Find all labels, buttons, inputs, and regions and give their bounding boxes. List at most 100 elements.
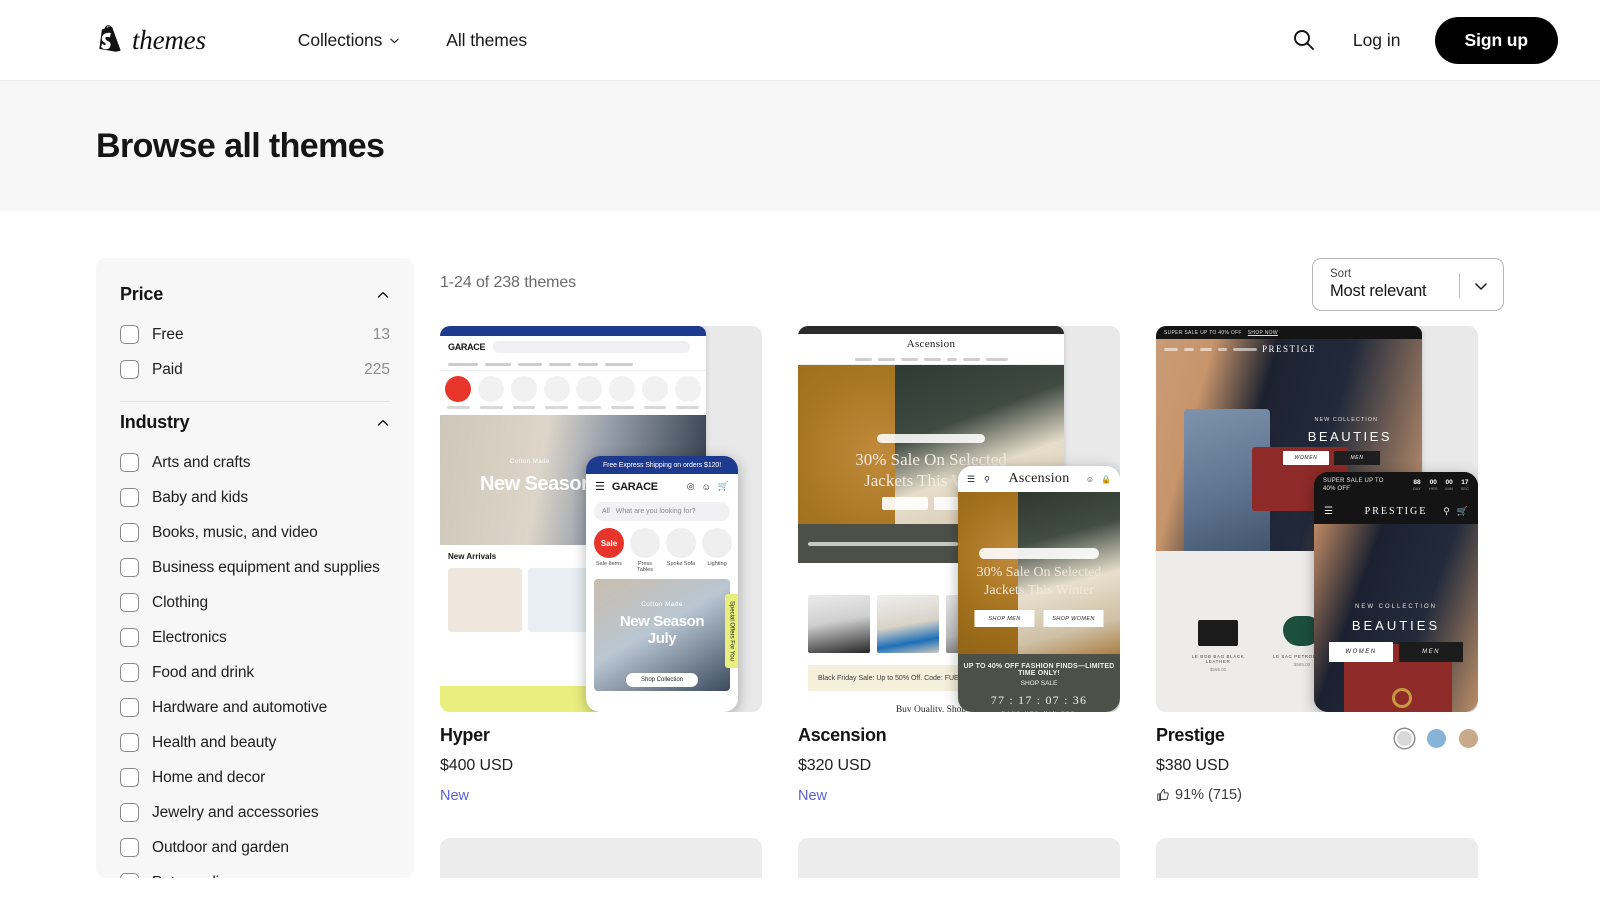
checkbox-clothing[interactable] <box>120 593 139 612</box>
checkbox-books-music-and-video[interactable] <box>120 523 139 542</box>
preview-countdown-hrs-label: HRS <box>1429 486 1437 491</box>
checkbox-outdoor-and-garden[interactable] <box>120 838 139 857</box>
chevron-up-icon <box>376 288 390 302</box>
filter-option-paid[interactable]: Paid 225 <box>120 352 390 387</box>
preview-cat-0: Sale Items <box>594 561 624 567</box>
preview-mobile-title-2: July <box>648 630 676 647</box>
preview-countdown-hrs: 00 <box>1429 479 1437 486</box>
filter-option-electronics[interactable]: Electronics <box>120 620 390 655</box>
theme-preview-next-1[interactable] <box>440 838 762 878</box>
swatch-1[interactable] <box>1427 729 1446 748</box>
filter-label-pet-supplies: Pet supplies <box>152 874 235 879</box>
checkbox-baby-and-kids[interactable] <box>120 488 139 507</box>
filter-option-baby-and-kids[interactable]: Baby and kids <box>120 480 390 515</box>
filter-label-health-and-beauty: Health and beauty <box>152 734 276 752</box>
sort-select[interactable]: Sort Most relevant <box>1312 258 1504 311</box>
search-button[interactable] <box>1289 25 1319 55</box>
preview-countdown-sec-label: SEC <box>1461 486 1469 491</box>
filter-option-business-equipment-and-supplies[interactable]: Business equipment and supplies <box>120 550 390 585</box>
theme-price: $380 USD <box>1156 757 1478 775</box>
theme-card-prestige[interactable]: SUPER SALE UP TO 40% OFF SHOP NOW PRESTI… <box>1156 326 1478 804</box>
filter-label-outdoor-and-garden: Outdoor and garden <box>152 839 289 857</box>
theme-name: Hyper <box>440 725 762 746</box>
theme-badge-new: New <box>440 788 762 804</box>
theme-preview-hyper[interactable]: GARACE <box>440 326 762 712</box>
chevron-up-icon <box>376 416 390 430</box>
preview-strip-text: UP TO 40% OFF FASHION FINDS—LIMITED TIME… <box>958 663 1120 677</box>
filter-option-pet-supplies[interactable]: Pet supplies <box>120 865 390 878</box>
checkbox-arts-and-crafts[interactable] <box>120 453 139 472</box>
preview-hero-title: New Season <box>480 473 593 496</box>
brand-logo[interactable]: themes <box>96 25 206 56</box>
theme-badge-new: New <box>798 788 1120 804</box>
theme-preview-next-3[interactable] <box>1156 838 1478 878</box>
checkbox-hardware-and-automotive[interactable] <box>120 698 139 717</box>
checkbox-food-and-drink[interactable] <box>120 663 139 682</box>
facet-header-price[interactable]: Price <box>120 280 390 317</box>
nav-item-all-themes-label: All themes <box>446 30 527 51</box>
checkbox-pet-supplies[interactable] <box>120 873 139 878</box>
shopify-bag-icon <box>96 25 122 55</box>
nav-item-all-themes[interactable]: All themes <box>446 30 527 51</box>
theme-card-hyper[interactable]: GARACE <box>440 326 762 804</box>
filter-label-baby-and-kids: Baby and kids <box>152 489 248 507</box>
filter-option-outdoor-and-garden[interactable]: Outdoor and garden <box>120 830 390 865</box>
filter-option-clothing[interactable]: Clothing <box>120 585 390 620</box>
preview-store-name: PRESTIGE <box>1262 344 1316 354</box>
theme-grid-next-row <box>440 838 1504 878</box>
site-header: themes Collections All themes Log in Sig… <box>0 0 1600 80</box>
theme-card-ascension[interactable]: Ascension 30% Sale On Selected Jackets T… <box>798 326 1120 804</box>
results-count: 1-24 of 238 themes <box>440 274 576 292</box>
login-link[interactable]: Log in <box>1353 30 1401 51</box>
filter-option-home-and-decor[interactable]: Home and decor <box>120 760 390 795</box>
signup-button[interactable]: Sign up <box>1435 17 1558 64</box>
filter-option-hardware-and-automotive[interactable]: Hardware and automotive <box>120 690 390 725</box>
nav-item-collections[interactable]: Collections <box>298 30 401 51</box>
checkbox-business-equipment-and-supplies[interactable] <box>120 558 139 577</box>
checkbox-jewelry-and-accessories[interactable] <box>120 803 139 822</box>
checkbox-paid[interactable] <box>120 360 139 379</box>
theme-price: $320 USD <box>798 757 1120 775</box>
preview-countdown: 77 : 17 : 07 : 36 <box>958 693 1120 708</box>
preview-button-shop-men: SHOP MEN <box>975 610 1035 627</box>
theme-preview-ascension[interactable]: Ascension 30% Sale On Selected Jackets T… <box>798 326 1120 712</box>
sort-value: Most relevant <box>1330 281 1426 301</box>
page-title-band: Browse all themes <box>0 80 1600 211</box>
mobile-mockup: Free Express Shipping on orders $120! ☰ … <box>586 456 738 712</box>
filter-label-arts-and-crafts: Arts and crafts <box>152 454 250 472</box>
checkbox-health-and-beauty[interactable] <box>120 733 139 752</box>
preview-mobile-store-name: GARACE <box>612 481 658 493</box>
mobile-mockup: ☰ ⚲ Ascension ☺ 🔒 30% Sale On Select <box>958 466 1120 712</box>
checkbox-free[interactable] <box>120 325 139 344</box>
theme-preview-prestige[interactable]: SUPER SALE UP TO 40% OFF SHOP NOW PRESTI… <box>1156 326 1478 712</box>
filter-label-business-equipment-and-supplies: Business equipment and supplies <box>152 559 380 577</box>
brand-name: themes <box>132 25 206 56</box>
filter-option-health-and-beauty[interactable]: Health and beauty <box>120 725 390 760</box>
preview-mobile-button-men: MEN <box>1399 642 1463 662</box>
preview-mobile-button-women: WOMEN <box>1329 642 1393 662</box>
preview-side-tab: Special Offers For You <box>725 594 738 668</box>
sort-divider <box>1459 273 1460 298</box>
theme-preview-next-2[interactable] <box>798 838 1120 878</box>
filter-option-food-and-drink[interactable]: Food and drink <box>120 655 390 690</box>
filter-option-arts-and-crafts[interactable]: Arts and crafts <box>120 445 390 480</box>
facet-header-industry[interactable]: Industry <box>120 408 390 445</box>
mobile-mockup: SUPER SALE UP TO 40% OFF 88DAY 00HRS 00M… <box>1314 472 1478 712</box>
preview-cat-3: Lighting <box>702 561 732 567</box>
filter-option-free[interactable]: Free 13 <box>120 317 390 352</box>
facet-divider <box>120 401 390 402</box>
preview-cat-2: Spoke Sofa <box>666 561 696 567</box>
preview-mobile-store-name: PRESTIGE <box>1365 506 1428 517</box>
swatch-2[interactable] <box>1459 729 1478 748</box>
preview-mobile-store-name: Ascension <box>1008 471 1069 487</box>
swatch-0[interactable] <box>1395 729 1414 748</box>
checkbox-home-and-decor[interactable] <box>120 768 139 787</box>
filter-option-jewelry-and-accessories[interactable]: Jewelry and accessories <box>120 795 390 830</box>
checkbox-electronics[interactable] <box>120 628 139 647</box>
filter-option-books-music-and-video[interactable]: Books, music, and video <box>120 515 390 550</box>
facet-title-price: Price <box>120 284 163 305</box>
theme-rating-text: 91% (715) <box>1175 787 1242 803</box>
preview-countdown-day-label: DAY <box>1413 486 1421 491</box>
preview-cat-1: Press Tables <box>630 561 660 573</box>
theme-rating: 91% (715) <box>1156 787 1478 803</box>
